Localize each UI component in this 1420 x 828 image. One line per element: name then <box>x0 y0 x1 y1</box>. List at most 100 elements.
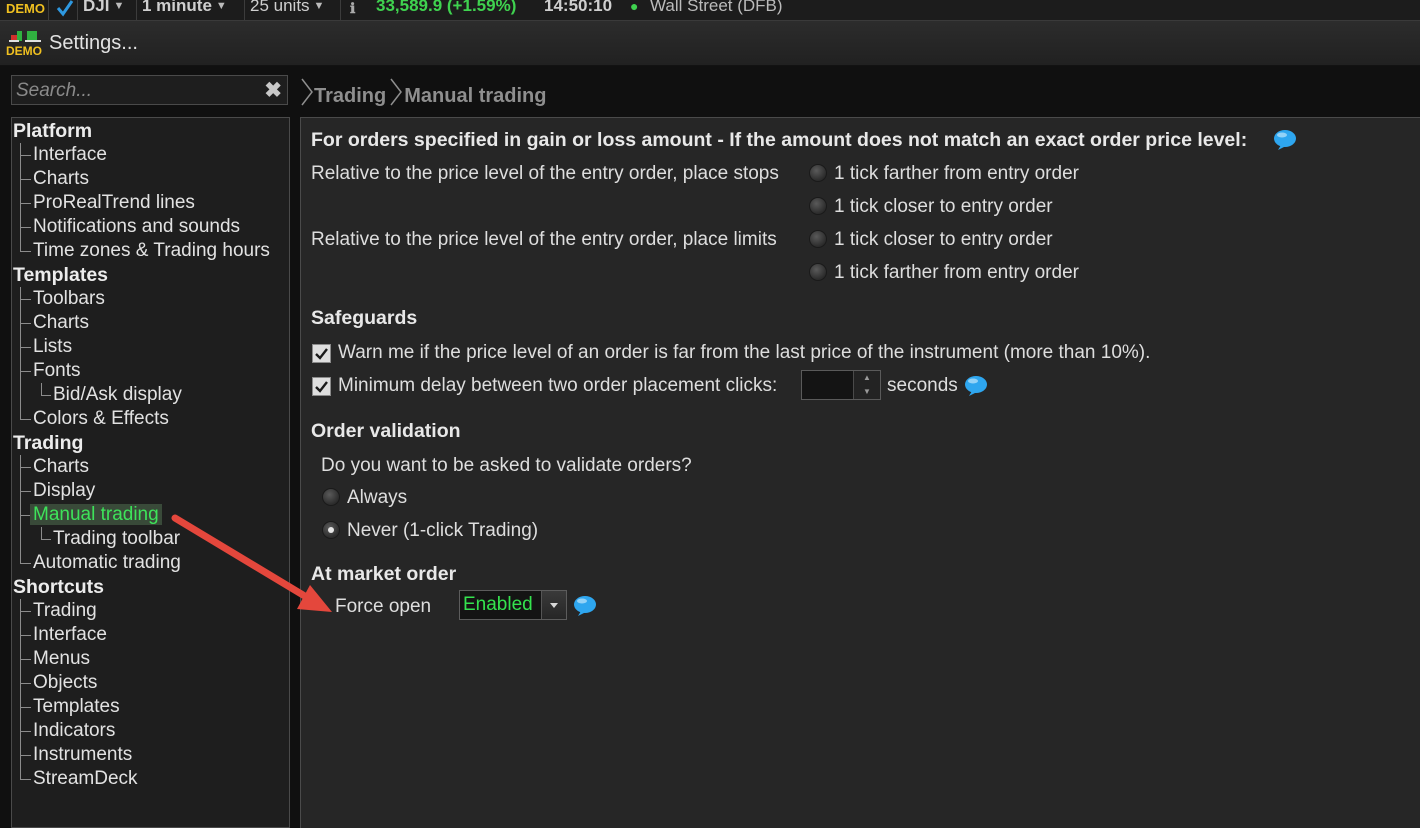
checkmark-icon <box>315 348 328 360</box>
validation-always-label[interactable]: Always <box>347 487 407 509</box>
tree-section-templates[interactable]: Templates <box>13 263 108 287</box>
tree-item-interface[interactable]: Interface <box>33 143 107 167</box>
tree-section-platform[interactable]: Platform <box>13 119 92 143</box>
stops-farther-radio[interactable] <box>809 164 827 182</box>
breadcrumb: Trading Manual trading <box>300 78 546 108</box>
delay-seconds-input[interactable] <box>804 374 856 398</box>
tree-item-menus[interactable]: Menus <box>33 647 90 671</box>
tree-connector <box>41 383 42 395</box>
chevron-down-icon: ▼ <box>113 0 125 12</box>
safeguards-heading: Safeguards <box>311 307 418 329</box>
tree-connector <box>41 395 51 396</box>
checkmark-icon <box>315 381 328 393</box>
gain-loss-heading: For orders specified in gain or loss amo… <box>311 129 1248 151</box>
tree-connector <box>20 251 31 252</box>
breadcrumb-item-trading[interactable]: Trading <box>314 85 386 107</box>
force-open-dropdown[interactable]: Enabled <box>459 590 567 620</box>
validation-never-label[interactable]: Never (1-click Trading) <box>347 520 538 542</box>
stops-label: Relative to the price level of the entry… <box>311 163 779 184</box>
help-bubble-icon[interactable] <box>573 595 597 617</box>
tree-connector <box>41 527 42 539</box>
tree-connector <box>20 299 31 300</box>
stepper-down-icon[interactable]: ▼ <box>854 385 880 399</box>
price-change: 33,589.9 (+1.59%) <box>376 0 517 15</box>
tree-connector <box>20 563 31 564</box>
tree-item-instruments[interactable]: Instruments <box>33 743 132 767</box>
stops-closer-label[interactable]: 1 tick closer to entry order <box>834 196 1053 218</box>
svg-text:DEMO: DEMO <box>6 1 45 16</box>
tree-connector <box>20 491 31 492</box>
breadcrumb-separator-icon <box>390 78 403 106</box>
tree-item-lists[interactable]: Lists <box>33 335 72 359</box>
force-open-label: Force open <box>335 596 432 617</box>
tree-item-notifications[interactable]: Notifications and sounds <box>33 215 240 239</box>
top-info-bar: DEMO DJI ▼ 1 minute ▼ 25 units ▼ ℹ 33,589.9… <box>0 0 1420 21</box>
limits-farther-radio[interactable] <box>809 263 827 281</box>
tree-item-prorealtrend-lines[interactable]: ProRealTrend lines <box>33 191 195 215</box>
chevron-down-icon: ▼ <box>215 0 227 12</box>
tree-connector <box>20 347 31 348</box>
tree-connector <box>20 143 21 251</box>
tree-connector <box>20 287 21 419</box>
svg-text:DEMO: DEMO <box>6 44 42 57</box>
tree-item-toolbars[interactable]: Toolbars <box>33 287 105 311</box>
chevron-down-icon[interactable] <box>541 591 566 619</box>
tree-item-automatic-trading[interactable]: Automatic trading <box>33 551 181 575</box>
tree-item-templates[interactable]: Templates <box>33 695 120 719</box>
tree-item-streamdeck[interactable]: StreamDeck <box>33 767 138 791</box>
breadcrumb-separator-icon <box>301 78 313 106</box>
validation-always-radio[interactable] <box>322 488 340 506</box>
tree-item-objects[interactable]: Objects <box>33 671 97 695</box>
limits-closer-label[interactable]: 1 tick closer to entry order <box>834 229 1053 251</box>
tree-item-manual-trading[interactable]: Manual trading <box>30 503 162 527</box>
tree-connector <box>20 467 31 468</box>
tree-connector <box>20 371 31 372</box>
stops-farther-label[interactable]: 1 tick farther from entry order <box>834 163 1079 185</box>
warn-far-price-checkbox[interactable] <box>312 344 331 363</box>
tree-connector <box>20 707 31 708</box>
tree-item-charts[interactable]: Charts <box>33 311 89 335</box>
timeframe-selector[interactable]: 1 minute ▼ <box>142 0 227 16</box>
tree-item-fonts[interactable]: Fonts <box>33 359 81 383</box>
tree-section-trading[interactable]: Trading <box>13 431 83 455</box>
limits-farther-label[interactable]: 1 tick farther from entry order <box>834 262 1079 284</box>
search-input[interactable] <box>14 78 258 104</box>
tree-item-time-zones[interactable]: Time zones & Trading hours <box>33 239 270 263</box>
tree-item-charts[interactable]: Charts <box>33 455 89 479</box>
tree-item-interface[interactable]: Interface <box>33 623 107 647</box>
chevron-down-icon: ▼ <box>313 0 325 12</box>
tree-item-trading-toolbar[interactable]: Trading toolbar <box>53 527 180 551</box>
tree-item-display[interactable]: Display <box>33 479 95 503</box>
warn-far-price-label[interactable]: Warn me if the price level of an order i… <box>338 342 1150 364</box>
tree-connector <box>41 539 51 540</box>
min-delay-checkbox[interactable] <box>312 377 331 396</box>
tree-section-shortcuts[interactable]: Shortcuts <box>13 575 104 599</box>
stops-closer-radio[interactable] <box>809 197 827 215</box>
tree-connector <box>20 659 31 660</box>
info-icon[interactable]: ℹ <box>350 0 355 17</box>
tree-item-charts[interactable]: Charts <box>33 167 89 191</box>
tree-connector <box>20 455 21 563</box>
instrument-selector[interactable]: DJI ▼ <box>83 0 124 16</box>
help-bubble-icon[interactable] <box>964 375 988 397</box>
limits-closer-radio[interactable] <box>809 230 827 248</box>
min-delay-label[interactable]: Minimum delay between two order placemen… <box>338 375 777 397</box>
divider <box>136 0 137 20</box>
tree-item-indicators[interactable]: Indicators <box>33 719 115 743</box>
order-validation-heading: Order validation <box>311 420 461 442</box>
validation-never-radio[interactable] <box>322 521 340 539</box>
at-market-heading: At market order <box>311 563 457 585</box>
selected-item-label: Manual trading <box>30 504 162 525</box>
stepper-up-icon[interactable]: ▲ <box>854 371 880 386</box>
breadcrumb-item-manual-trading[interactable]: Manual trading <box>404 85 546 107</box>
tree-item-bid-ask-display[interactable]: Bid/Ask display <box>53 383 182 407</box>
tree-connector <box>20 779 31 780</box>
tree-item-colors-effects[interactable]: Colors & Effects <box>33 407 169 431</box>
units-selector[interactable]: 25 units ▼ <box>250 0 324 16</box>
tree-connector <box>20 323 31 324</box>
clear-search-icon[interactable]: ✖ <box>264 78 282 103</box>
help-bubble-icon[interactable] <box>1273 129 1297 151</box>
tree-connector <box>20 611 31 612</box>
tree-connector <box>20 731 31 732</box>
tree-item-trading[interactable]: Trading <box>33 599 97 623</box>
